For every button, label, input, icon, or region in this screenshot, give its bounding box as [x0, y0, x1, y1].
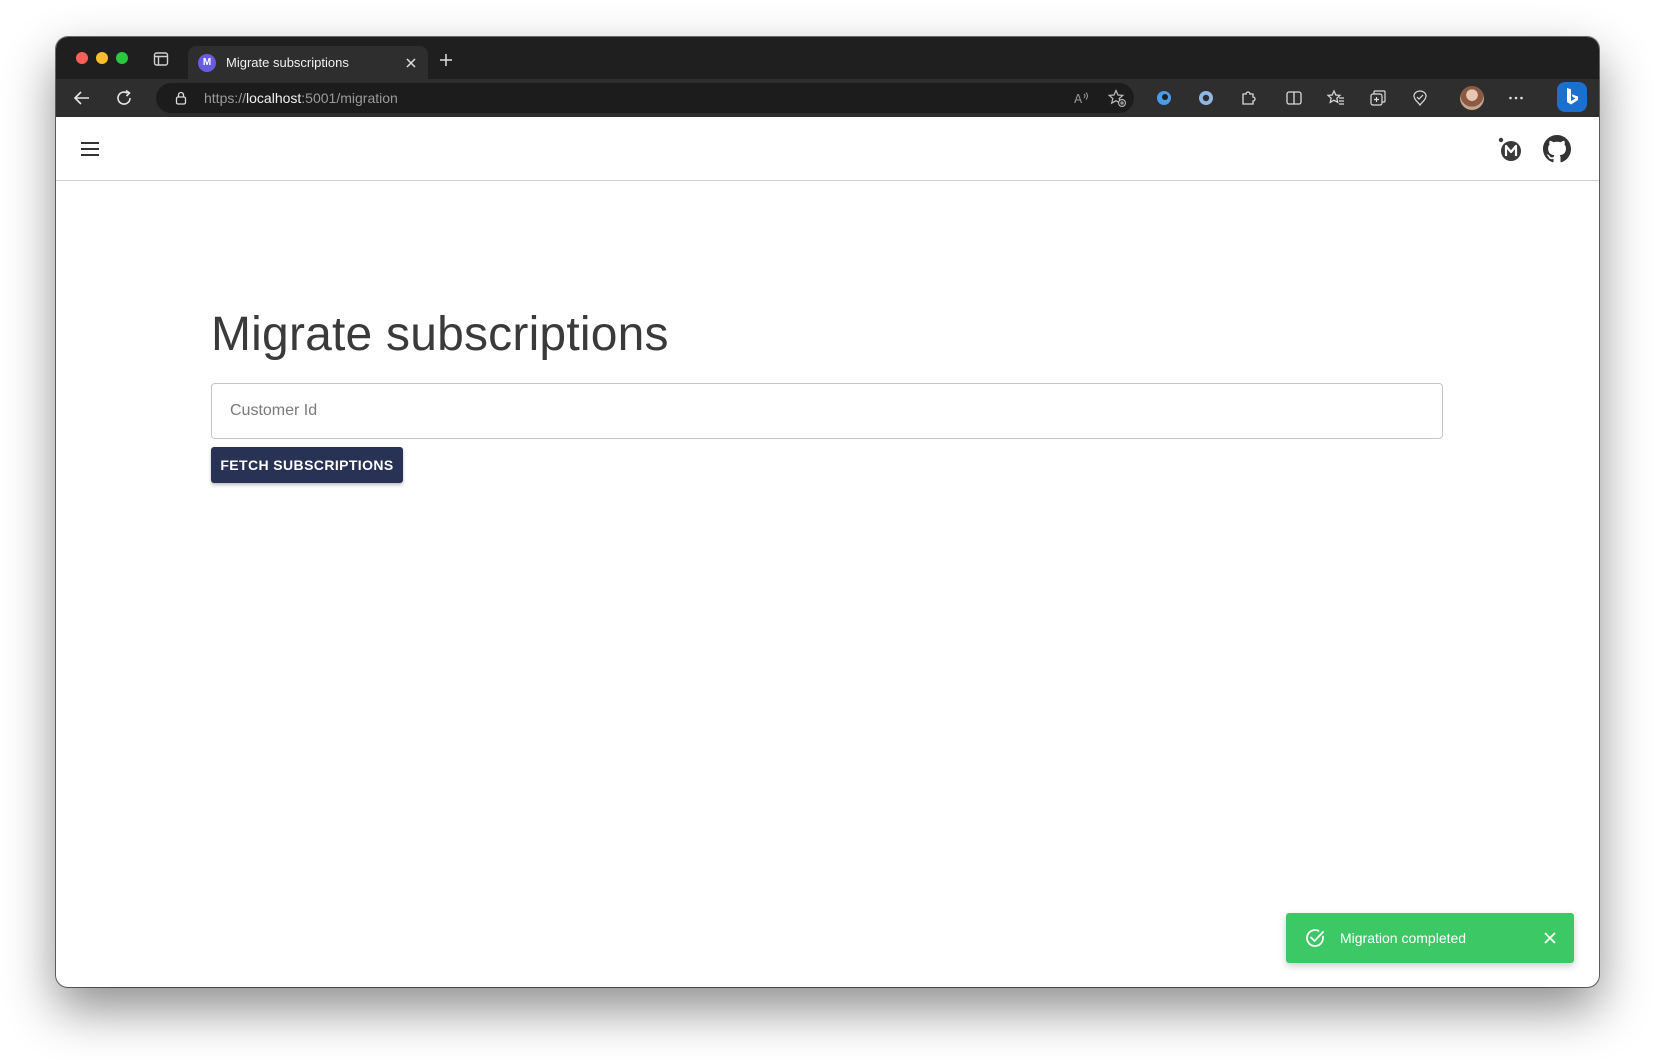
favorites-icon[interactable] [1324, 86, 1348, 110]
url-path: :5001/migration [301, 90, 398, 106]
desktop: M Migrate subscriptions https://localhos… [0, 0, 1654, 1060]
fetch-subscriptions-button[interactable]: FETCH SUBSCRIPTIONS [211, 447, 403, 483]
check-circle-icon [1304, 927, 1326, 949]
back-icon[interactable] [70, 86, 94, 110]
url-host: localhost [246, 90, 302, 106]
extension-icon[interactable] [1194, 86, 1218, 110]
minimize-window-button[interactable] [96, 52, 108, 64]
add-favorite-icon[interactable] [1106, 87, 1128, 109]
tab-strip: M Migrate subscriptions [56, 37, 1599, 79]
browser-window: M Migrate subscriptions https://localhos… [56, 37, 1599, 987]
url-text[interactable]: https://localhost:5001/migration [204, 90, 398, 106]
svg-text:A: A [1074, 92, 1083, 106]
tab-actions-icon[interactable] [152, 50, 170, 68]
tab-favicon-icon: M [198, 53, 216, 72]
success-snackbar: Migration completed [1286, 913, 1574, 963]
collections-icon[interactable] [1366, 86, 1390, 110]
snackbar-message: Migration completed [1340, 930, 1467, 946]
refresh-icon[interactable] [112, 86, 136, 110]
browser-essentials-icon[interactable] [1408, 86, 1432, 110]
more-icon[interactable] [1504, 86, 1528, 110]
new-tab-icon[interactable] [436, 50, 456, 70]
app-logo-icon[interactable] [1496, 135, 1524, 163]
profile-avatar[interactable] [1460, 86, 1484, 110]
lock-icon[interactable] [173, 90, 189, 106]
extensions-icon[interactable] [1236, 86, 1260, 110]
active-tab[interactable]: M Migrate subscriptions [188, 46, 428, 79]
url-scheme: https:// [204, 90, 247, 106]
read-aloud-icon[interactable]: A [1071, 87, 1093, 109]
customer-id-field[interactable] [211, 383, 1443, 439]
customer-id-input[interactable] [212, 384, 1442, 438]
browser-toolbar: https://localhost:5001/migration A [56, 79, 1599, 117]
maximize-window-button[interactable] [116, 52, 128, 64]
address-bar[interactable]: https://localhost:5001/migration A [156, 83, 1134, 113]
page-title: Migrate subscriptions [211, 308, 669, 361]
close-window-button[interactable] [76, 52, 88, 64]
extension-icon[interactable] [1152, 86, 1176, 110]
tab-close-icon[interactable] [400, 52, 422, 74]
close-icon[interactable] [1540, 928, 1560, 948]
menu-icon[interactable] [78, 137, 102, 161]
tab-title: Migrate subscriptions [226, 55, 349, 70]
split-screen-icon[interactable] [1282, 86, 1306, 110]
github-icon[interactable] [1543, 135, 1571, 163]
app-bar [56, 117, 1599, 181]
bing-copilot-icon[interactable] [1557, 82, 1587, 112]
